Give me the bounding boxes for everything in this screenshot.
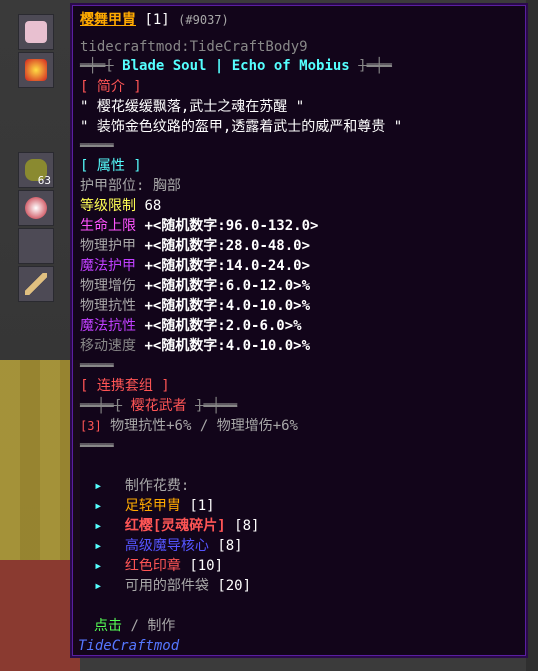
stat-name: 魔法护甲	[80, 258, 136, 274]
craft-item-count: [20]	[217, 578, 252, 594]
craft-item-name: 红樱[灵魂碎片]	[124, 518, 226, 534]
level-value: 68	[144, 198, 162, 214]
set-header: [ 连携套组 ]	[80, 378, 170, 394]
stat-name: 物理抗性	[80, 298, 136, 314]
stat-row: 物理护甲 +<随机数字:28.0-48.0>	[80, 237, 310, 255]
stat-value: +<随机数字:14.0-24.0>	[144, 258, 311, 274]
inventory-slot[interactable]	[18, 228, 54, 264]
bullet-icon: ▸	[94, 578, 103, 594]
craft-item: ▸ 可用的部件袋 [20]	[94, 577, 251, 595]
craft-action[interactable]: 点击 / 制作	[94, 617, 175, 635]
stat-name: 移动速度	[80, 338, 136, 354]
intro-line-2: " 装饰金色纹路的盔甲,透露着武士的威严和尊贵 "	[80, 119, 403, 135]
world-red-blocks	[0, 560, 80, 671]
stat-value: +<随机数字:96.0-132.0>	[144, 218, 319, 234]
stat-value: +<随机数字:4.0-10.0>%	[144, 338, 311, 354]
item-id: (#9037)	[178, 13, 229, 27]
series-line: ═╪═[ Blade Soul | Echo of Mobius ]═╪═	[80, 57, 392, 75]
set-bonus-count: [3]	[80, 419, 102, 433]
set-deco-right: ]═╪══	[195, 398, 238, 414]
set-name: 樱花武者	[130, 398, 187, 414]
craft-item: ▸ 足轻甲胄 [1]	[94, 497, 215, 515]
inventory-slot[interactable]: 63	[18, 152, 54, 188]
inventory-slot[interactable]	[18, 14, 54, 50]
separator: ════	[80, 358, 114, 374]
craft-label: 制作	[147, 618, 176, 634]
action-separator: /	[130, 618, 139, 634]
stat-row: 移动速度 +<随机数字:4.0-10.0>%	[80, 337, 310, 355]
bullet-icon: ▸	[94, 478, 103, 494]
inventory-slot[interactable]	[18, 52, 54, 88]
stat-value: +<随机数字:28.0-48.0>	[144, 238, 311, 254]
armor-slot-value: 胸部	[152, 178, 181, 194]
stat-name: 物理增伤	[80, 278, 136, 294]
stat-row: 魔法抗性 +<随机数字:2.0-6.0>%	[80, 317, 302, 335]
craft-item: ▸ 高级魔导核心 [8]	[94, 537, 243, 555]
stat-value: +<随机数字:6.0-12.0>%	[144, 278, 311, 294]
craft-item-count: [8]	[217, 538, 243, 554]
stat-name: 生命上限	[80, 218, 136, 234]
set-name-line: ══╪═[ 樱花武者 ]═╪══	[80, 397, 237, 415]
craft-item-name: 高级魔导核心	[124, 538, 209, 554]
craft-header-line: ▸ 制作花费:	[94, 477, 189, 495]
craft-item-count: [8]	[234, 518, 260, 534]
inventory-slot[interactable]	[18, 266, 54, 302]
bullet-icon: ▸	[94, 558, 103, 574]
click-label: 点击	[94, 618, 122, 634]
separator: ════	[80, 438, 114, 454]
level-line: 等级限制 68	[80, 197, 161, 215]
stat-row: 魔法护甲 +<随机数字:14.0-24.0>	[80, 257, 310, 275]
craft-item-count: [10]	[189, 558, 224, 574]
armor-slot-label: 护甲部位:	[80, 178, 145, 194]
craft-item: ▸ 红樱[灵魂碎片] [8]	[94, 517, 259, 535]
set-deco-left: ══╪═[	[80, 398, 123, 414]
stat-value: +<随机数字:2.0-6.0>%	[144, 318, 302, 334]
item-tooltip: 樱舞甲胄 [1] (#9037) tidecraftmod:TideCraftB…	[70, 3, 528, 658]
separator: ════	[80, 138, 114, 154]
bullet-icon: ▸	[94, 518, 103, 534]
bullet-icon: ▸	[94, 498, 103, 514]
craft-item-count: [1]	[189, 498, 215, 514]
item-name: 樱舞甲胄	[80, 12, 136, 28]
item-amount: [1]	[144, 12, 170, 28]
level-label: 等级限制	[80, 198, 136, 214]
registry-name: tidecraftmod:TideCraftBody9	[80, 39, 308, 55]
stat-row: 物理抗性 +<随机数字:4.0-10.0>%	[80, 297, 310, 315]
slot-count: 63	[37, 174, 51, 187]
armor-slot-line: 护甲部位: 胸部	[80, 177, 181, 195]
craft-header: 制作花费:	[124, 478, 190, 494]
series-deco-right: ]═╪═	[358, 58, 392, 74]
flame-armor-icon	[25, 59, 47, 81]
intro-line-1: " 樱花缓缓飘落,武士之魂在苏醒 "	[80, 99, 305, 115]
craft-item-name: 可用的部件袋	[124, 578, 209, 594]
intro-header: [ 简介 ]	[80, 79, 142, 95]
stat-name: 魔法抗性	[80, 318, 136, 334]
stat-row: 物理增伤 +<随机数字:6.0-12.0>%	[80, 277, 310, 295]
set-bonus-text: 物理抗性+6% / 物理增伤+6%	[110, 418, 298, 434]
bullet-icon: ▸	[94, 538, 103, 554]
attr-header: [ 属性 ]	[80, 158, 142, 174]
series-name: Blade Soul | Echo of Mobius	[122, 58, 350, 74]
craft-item: ▸ 红色印章 [10]	[94, 557, 223, 575]
tooltip-header: 樱舞甲胄 [1] (#9037)	[80, 11, 229, 29]
craft-item-name: 足轻甲胄	[124, 498, 181, 514]
red-orb-icon	[25, 197, 47, 219]
stat-value: +<随机数字:4.0-10.0>%	[144, 298, 311, 314]
inventory-slot[interactable]	[18, 190, 54, 226]
stat-row: 生命上限 +<随机数字:96.0-132.0>	[80, 217, 318, 235]
mod-name: TideCraftmod	[78, 638, 180, 654]
craft-item-name: 红色印章	[124, 558, 181, 574]
armor-icon	[25, 21, 47, 43]
sword-icon	[25, 273, 47, 295]
stat-name: 物理护甲	[80, 238, 136, 254]
set-bonus: [3] 物理抗性+6% / 物理增伤+6%	[80, 417, 298, 435]
series-deco-left: ═╪═[	[80, 58, 114, 74]
